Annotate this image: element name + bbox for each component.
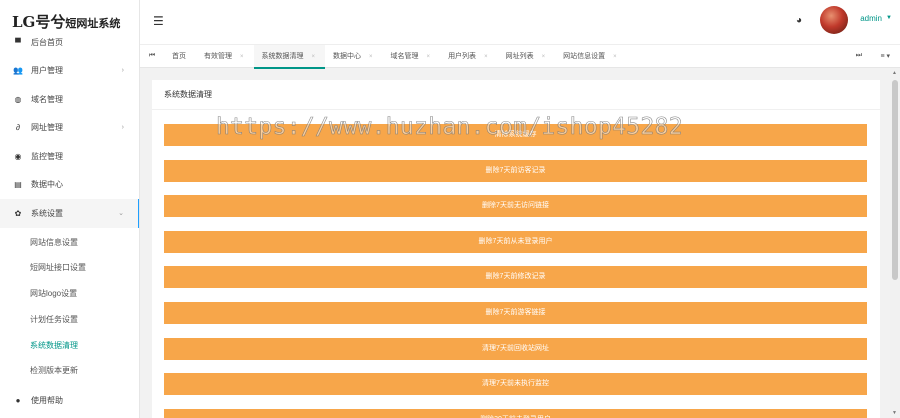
close-icon[interactable]: × xyxy=(484,54,488,60)
eye-icon: ◉ xyxy=(14,151,22,161)
tab-label: 域名管理 xyxy=(390,52,419,60)
tab-url-list[interactable]: 网址列表 × xyxy=(498,45,556,68)
page-scrollbar[interactable]: ▲ ▼ xyxy=(890,68,900,418)
settings-submenu: 网站信息设置 短网址接口设置 网站logo设置 计划任务设置 系统数据清理 检测… xyxy=(0,228,139,387)
top-header: ☰ ◕ admin ▼ xyxy=(140,0,900,44)
delete-unvisited-links-button[interactable]: 删除7天前无访问链接 xyxy=(164,195,867,218)
main-card: 系统数据清理 清除系统缓存 删除7天前访客记录 删除7天前无访问链接 删除7天前… xyxy=(152,80,880,418)
delete-guest-links-button[interactable]: 删除7天前游客链接 xyxy=(164,301,867,324)
tab-scroll-right-icon[interactable]: ⏭ xyxy=(856,52,862,60)
sidebar-item-monitor[interactable]: ◉ 监控管理 xyxy=(0,142,139,171)
close-icon[interactable]: × xyxy=(542,54,546,60)
tab-label: 系统数据清理 xyxy=(261,52,304,60)
scroll-thumb[interactable] xyxy=(892,80,898,280)
sidebar-item-users[interactable]: 👥 用户管理 › xyxy=(0,57,139,86)
link-icon: ∂ xyxy=(16,123,20,133)
close-icon[interactable]: × xyxy=(312,54,316,60)
cleanup-button-list: 清除系统缓存 删除7天前访客记录 删除7天前无访问链接 删除7天前从未登录用户 … xyxy=(152,110,880,418)
close-icon[interactable]: × xyxy=(613,54,617,60)
sidebar: LG号兮短网址系统 ▀ 后台首页 👥 用户管理 › ◍ 域名管理 ∂ 网址管理 … xyxy=(0,0,140,418)
username[interactable]: admin xyxy=(860,14,882,23)
tab-options-icon[interactable]: ≡ ▾ xyxy=(880,52,890,60)
tab-user-list[interactable]: 用户列表 × xyxy=(440,45,498,68)
scroll-up-icon[interactable]: ▲ xyxy=(892,70,897,76)
chevron-right-icon: › xyxy=(121,124,124,132)
tab-bar: ⏮ 首页 有效管理 × 系统数据清理 × 数据中心 × 域名管理 × 用户列表 × 网址列… xyxy=(140,44,900,69)
chevron-down-icon: ⌄ xyxy=(118,210,124,218)
submenu-api-settings[interactable]: 短网址接口设置 xyxy=(0,255,139,281)
close-icon[interactable]: × xyxy=(427,54,431,60)
submenu-cron-settings[interactable]: 计划任务设置 xyxy=(0,307,139,333)
submenu-logo-settings[interactable]: 网站logo设置 xyxy=(0,281,139,307)
tab-label: 首页 xyxy=(172,52,186,60)
sidebar-item-label: 后台首页 xyxy=(31,37,63,47)
sidebar-item-data-center[interactable]: ▤ 数据中心 xyxy=(0,171,139,200)
sidebar-item-urls[interactable]: ∂ 网址管理 › xyxy=(0,114,139,143)
delete-30day-inactive-users-button[interactable]: 删除30天前未登录用户 xyxy=(164,408,867,418)
submenu-data-cleanup[interactable]: 系统数据清理 xyxy=(0,333,139,359)
gear-icon: ✿ xyxy=(14,208,22,218)
caret-down-icon[interactable]: ▼ xyxy=(886,15,892,21)
clear-pending-monitors-button[interactable]: 清理7天前未执行监控 xyxy=(164,373,867,396)
sidebar-item-label: 用户管理 xyxy=(31,66,63,76)
tab-data-cleanup[interactable]: 系统数据清理 × xyxy=(253,44,326,69)
sidebar-item-label: 网址管理 xyxy=(31,123,63,133)
sidebar-item-domains[interactable]: ◍ 域名管理 xyxy=(0,85,139,114)
info-icon: ● xyxy=(15,396,21,406)
tab-data-center[interactable]: 数据中心 × xyxy=(325,45,383,68)
palette-icon[interactable]: ◕ xyxy=(796,15,802,26)
tab-label: 网址列表 xyxy=(505,52,534,60)
tab-label: 数据中心 xyxy=(333,52,362,60)
tab-home[interactable]: 首页 xyxy=(164,45,196,68)
sidebar-item-label: 系统设置 xyxy=(31,208,63,218)
tab-scroll-left-icon[interactable]: ⏮ xyxy=(140,52,164,60)
clear-cache-button[interactable]: 清除系统缓存 xyxy=(164,124,867,146)
tab-domains[interactable]: 域名管理 × xyxy=(383,45,441,68)
card-title: 系统数据清理 xyxy=(152,80,880,110)
tab-label: 有效管理 xyxy=(204,52,232,60)
close-icon[interactable]: × xyxy=(240,54,244,60)
chevron-right-icon: › xyxy=(121,67,124,75)
sidebar-item-help[interactable]: ● 使用帮助 xyxy=(0,386,139,415)
sidebar-item-settings[interactable]: ✿ 系统设置 ⌄ xyxy=(0,199,139,228)
clear-recycle-bin-button[interactable]: 清理7天前回收站网址 xyxy=(164,337,867,360)
users-icon: 👥 xyxy=(13,66,23,76)
sidebar-item-label: 监控管理 xyxy=(31,151,63,161)
delete-edit-records-button[interactable]: 删除7天前修改记录 xyxy=(164,266,867,289)
menu-toggle-icon[interactable]: ☰ xyxy=(153,14,164,28)
delete-visitor-records-button[interactable]: 删除7天前访客记录 xyxy=(164,159,867,182)
scroll-down-icon[interactable]: ▼ xyxy=(892,410,897,416)
close-icon[interactable]: × xyxy=(369,54,373,60)
submenu-site-info[interactable]: 网站信息设置 xyxy=(0,230,139,256)
tab-label: 用户列表 xyxy=(448,52,477,60)
tab-valid-manage[interactable]: 有效管理 × xyxy=(196,45,254,68)
sidebar-item-label: 数据中心 xyxy=(31,180,63,190)
avatar[interactable] xyxy=(820,6,848,34)
sidebar-item-home[interactable]: ▀ 后台首页 xyxy=(0,28,139,57)
sidebar-item-label: 域名管理 xyxy=(31,94,63,104)
globe-icon: ◍ xyxy=(14,94,22,104)
sidebar-item-label: 使用帮助 xyxy=(31,396,63,406)
database-icon: ▤ xyxy=(14,180,22,190)
submenu-check-update[interactable]: 检测版本更新 xyxy=(0,358,139,384)
tab-site-info[interactable]: 网站信息设置 × xyxy=(555,45,627,68)
home-icon: ▀ xyxy=(15,37,21,47)
tab-label: 网站信息设置 xyxy=(563,52,606,60)
sidebar-menu: ▀ 后台首页 👥 用户管理 › ◍ 域名管理 ∂ 网址管理 › ◉ 监控管理 ▤… xyxy=(0,28,139,415)
delete-inactive-users-button[interactable]: 删除7天前从未登录用户 xyxy=(164,230,867,253)
